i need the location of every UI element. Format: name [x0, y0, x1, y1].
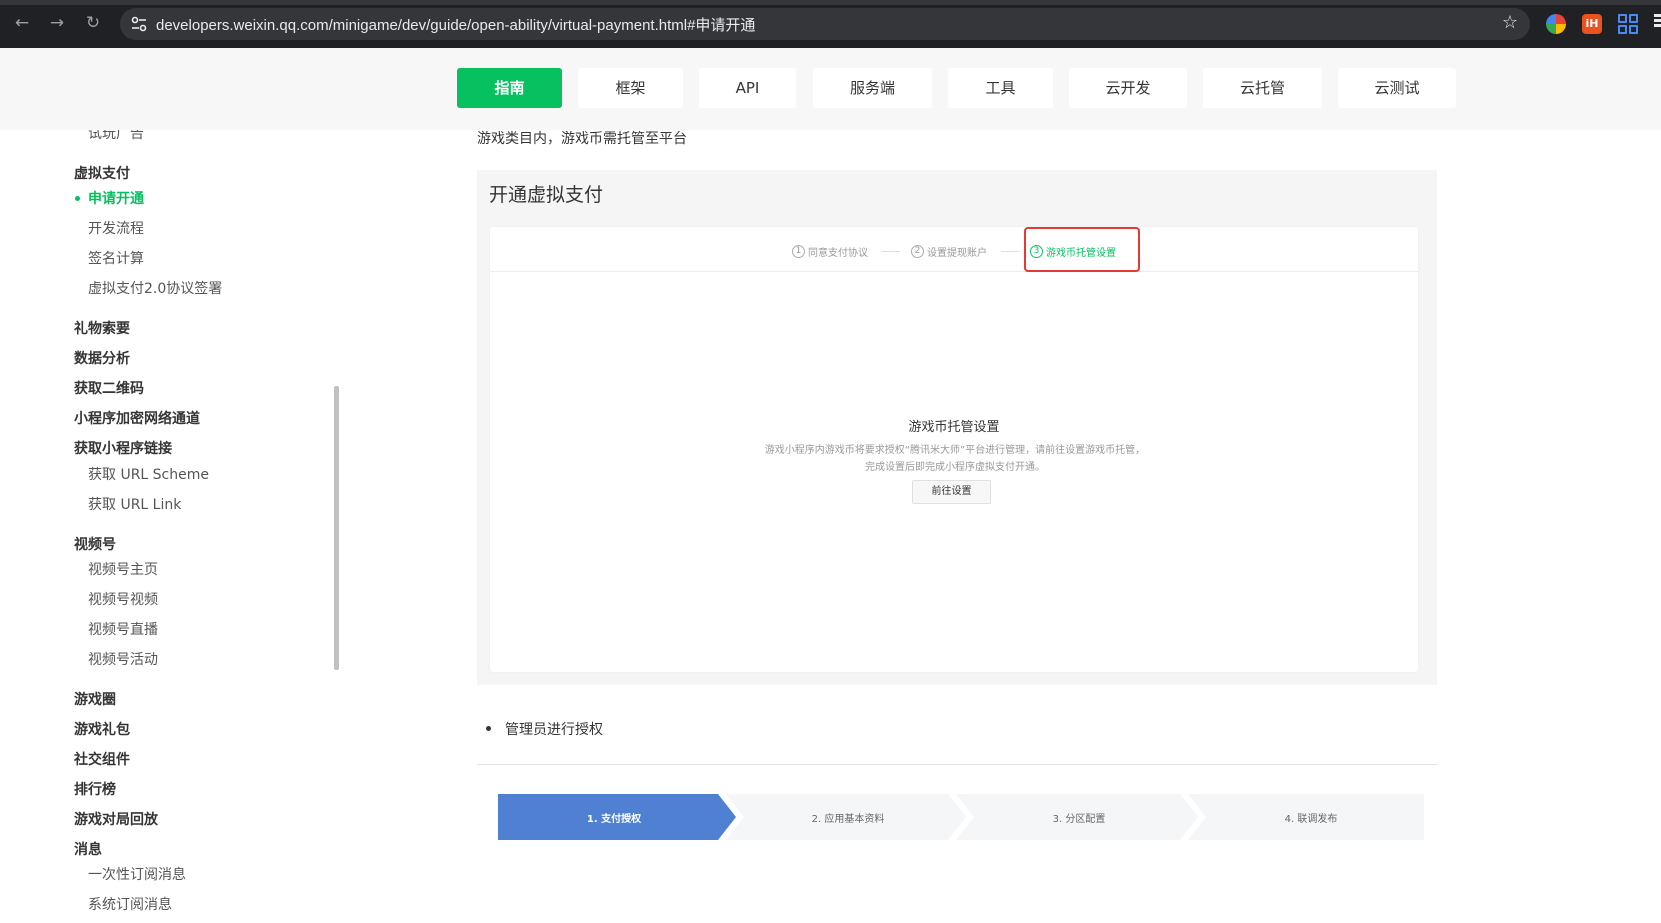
process-flow: 1. 支付授权 2. 应用基本资料 3. 分区配置 4. 联调发布	[498, 794, 1424, 840]
sidebar-item-channels-video[interactable]: 视频号视频	[88, 589, 158, 609]
list-item: 管理员进行授权	[486, 719, 603, 739]
sidebar-item-trial-ads[interactable]: 试玩广告	[88, 130, 144, 143]
extension-orange-icon[interactable]: iH	[1582, 14, 1602, 34]
extension-grid-icon[interactable]	[1618, 14, 1638, 34]
sidebar-item-data-analysis[interactable]: 数据分析	[74, 348, 130, 368]
browser-menu-icon[interactable]	[1654, 14, 1661, 34]
sidebar-item-miniprogram-link[interactable]: 获取小程序链接	[74, 438, 172, 458]
sidebar-item-one-time-sub[interactable]: 一次性订阅消息	[88, 864, 186, 884]
setting-description: 游戏小程序内游戏币将要求授权“腾讯米大师”平台进行管理，请前往设置游戏币托管，完…	[764, 445, 1146, 473]
sidebar-item-game-gift[interactable]: 游戏礼包	[74, 719, 130, 739]
flow-step-1-label: 1. 支付授权	[586, 813, 642, 825]
sidebar-item-url-scheme[interactable]: 获取 URL Scheme	[88, 464, 209, 484]
sidebar-item-messages[interactable]: 消息	[74, 839, 102, 859]
setting-title: 游戏币托管设置	[908, 420, 1000, 435]
highlight-box	[1024, 227, 1140, 272]
flow-step-3-label: 3. 分区配置	[1052, 813, 1106, 825]
extension-colorful-icon[interactable]	[1546, 14, 1566, 34]
back-icon[interactable]: ←	[11, 12, 33, 34]
sidebar-scrollbar[interactable]	[334, 386, 339, 670]
steps-bar: 1 同意支付协议 2 设置提现账户 3 游戏币托管设置	[490, 227, 1418, 272]
step-2-number-icon: 2	[911, 245, 924, 258]
sidebar-item-channels-home[interactable]: 视频号主页	[88, 559, 158, 579]
browser-toolbar: ← → ↻ developers.weixin.qq.com/minigame/…	[0, 0, 1661, 48]
sidebar-item-dev-flow[interactable]: 开发流程	[88, 218, 144, 238]
tab-server[interactable]: 服务端	[813, 68, 932, 108]
flow-step-2-label: 2. 应用基本资料	[811, 813, 885, 825]
tab-framework[interactable]: 框架	[578, 68, 683, 108]
sidebar-item-signature[interactable]: 签名计算	[88, 248, 144, 268]
sidebar-item-apply[interactable]: 申请开通	[88, 188, 144, 208]
step-divider	[882, 251, 900, 252]
tab-api[interactable]: API	[699, 68, 796, 108]
sidebar-item-social[interactable]: 社交组件	[74, 749, 130, 769]
flow-step-4-label: 4. 联调发布	[1284, 813, 1338, 825]
step-2: 2 设置提现账户	[911, 244, 987, 259]
sidebar-item-channels-live[interactable]: 视频号直播	[88, 619, 158, 639]
bookmark-star-icon[interactable]: ☆	[1502, 12, 1518, 33]
step-2-label: 设置提现账户	[927, 248, 987, 259]
panel-title: 开通虚拟支付	[489, 184, 604, 206]
goto-settings-button[interactable]: 前往设置	[912, 480, 991, 504]
sidebar-item-encrypted-channel[interactable]: 小程序加密网络通道	[74, 408, 200, 428]
tab-strip	[0, 0, 1661, 5]
intro-text: 游戏类目内，游戏币需托管至平台	[477, 131, 687, 147]
sidebar-item-channels-event[interactable]: 视频号活动	[88, 649, 158, 669]
step-1-label: 同意支付协议	[808, 248, 868, 259]
tab-cloud-test[interactable]: 云测试	[1338, 68, 1456, 108]
sidebar: 试玩广告 虚拟支付 申请开通 开发流程 签名计算 虚拟支付2.0协议签署 礼物索…	[0, 130, 340, 923]
screenshot-panel: 开通虚拟支付 1 同意支付协议 2 设置提现账户 3 游戏币托管设置 游戏币托管…	[477, 170, 1437, 685]
bullet-text: 管理员进行授权	[505, 722, 603, 738]
tab-cloud-dev[interactable]: 云开发	[1069, 68, 1187, 108]
sidebar-item-channels[interactable]: 视频号	[74, 534, 116, 554]
setup-card: 1 同意支付协议 2 设置提现账户 3 游戏币托管设置 游戏币托管设置 游戏小程…	[490, 227, 1418, 672]
step-divider	[1001, 251, 1019, 252]
sidebar-item-url-link[interactable]: 获取 URL Link	[88, 494, 181, 514]
step-1: 1 同意支付协议	[792, 244, 868, 259]
active-indicator-dot	[75, 196, 80, 201]
step-1-number-icon: 1	[792, 245, 805, 258]
divider	[477, 764, 1438, 765]
tab-guide[interactable]: 指南	[457, 68, 562, 108]
site-settings-icon[interactable]	[130, 15, 148, 33]
sidebar-item-game-circle[interactable]: 游戏圈	[74, 689, 116, 709]
sidebar-item-vp2-protocol[interactable]: 虚拟支付2.0协议签署	[88, 278, 222, 298]
top-nav: 指南 框架 API 服务端 工具 云开发 云托管 云测试	[0, 48, 1661, 130]
sidebar-item-gift-request[interactable]: 礼物索要	[74, 318, 130, 338]
tab-tools[interactable]: 工具	[948, 68, 1053, 108]
sidebar-item-leaderboard[interactable]: 排行榜	[74, 779, 116, 799]
address-bar[interactable]: developers.weixin.qq.com/minigame/dev/gu…	[120, 8, 1530, 40]
tab-cloud-hosting[interactable]: 云托管	[1203, 68, 1322, 108]
sidebar-item-system-sub[interactable]: 系统订阅消息	[88, 894, 172, 914]
forward-icon[interactable]: →	[46, 12, 68, 34]
sidebar-item-virtual-payment[interactable]: 虚拟支付	[74, 163, 130, 183]
sidebar-item-replay[interactable]: 游戏对局回放	[74, 809, 158, 829]
reload-icon[interactable]: ↻	[82, 12, 104, 34]
url-text[interactable]: developers.weixin.qq.com/minigame/dev/gu…	[156, 14, 755, 35]
sidebar-item-qrcode[interactable]: 获取二维码	[74, 378, 144, 398]
